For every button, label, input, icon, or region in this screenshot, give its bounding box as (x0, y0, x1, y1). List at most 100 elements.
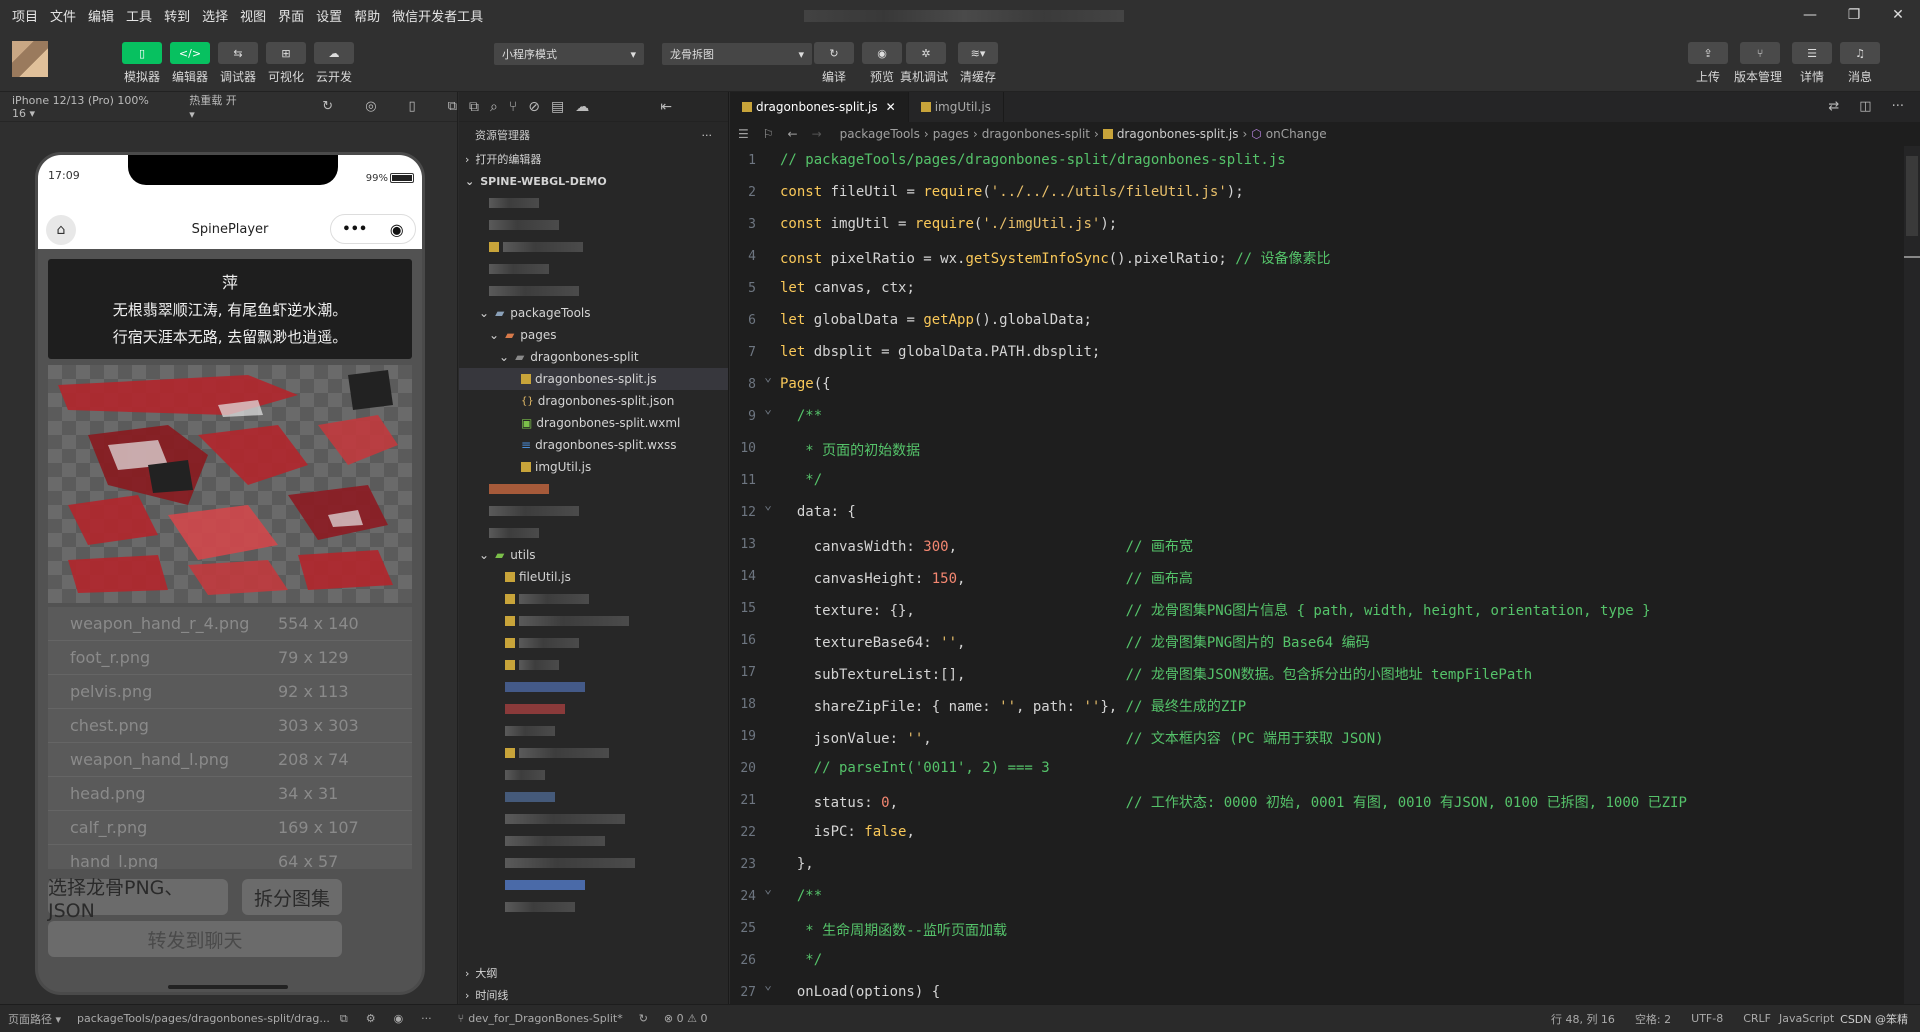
close-circle-icon[interactable]: ◉ (390, 220, 404, 239)
menu-item[interactable]: 转到 (158, 6, 196, 25)
bookmark-icon[interactable]: ⚐ (763, 127, 774, 141)
simulator-button[interactable]: ▯ 模拟器 (122, 42, 162, 85)
compare-icon[interactable]: ⇄ (1828, 99, 1839, 114)
restore-icon[interactable]: ❐ (1832, 0, 1876, 30)
git-branch[interactable]: dev_for_DragonBones-Split* (468, 1012, 622, 1025)
fold-chevron-icon[interactable]: ⌄ (760, 370, 772, 385)
debug-icon[interactable]: ⊘ (528, 99, 540, 115)
fold-chevron-icon[interactable]: ⌄ (760, 882, 772, 897)
minimize-icon[interactable]: — (1788, 0, 1832, 30)
close-icon[interactable]: ✕ (886, 100, 896, 114)
cursor-position[interactable]: 行 48, 列 16 (1551, 1011, 1615, 1027)
list-item[interactable]: calf_r.png 169 x 107 (48, 811, 412, 845)
encoding[interactable]: UTF-8 (1691, 1012, 1723, 1025)
collapse-icon[interactable]: ⇤ (660, 99, 672, 115)
cloud-icon[interactable]: ☁ (575, 99, 589, 115)
menu-item[interactable]: 帮助 (348, 6, 386, 25)
list-item[interactable]: head.png 34 x 31 (48, 777, 412, 811)
popout-icon[interactable]: ⧉ (448, 99, 457, 114)
back-icon[interactable]: ← (788, 127, 798, 141)
list-item[interactable]: weapon_hand_r_4.png 554 x 140 (48, 607, 412, 641)
hot-reload-select[interactable]: 热重载 开 ▾ (189, 92, 242, 121)
menu-item[interactable]: 界面 (272, 6, 310, 25)
indent[interactable]: 空格: 2 (1635, 1011, 1671, 1027)
tree-file-fileutil[interactable]: fileUtil.js (459, 566, 728, 588)
preview-button[interactable]: ◉ 预览 (862, 42, 902, 85)
rotate-icon[interactable]: ↻ (322, 99, 333, 114)
project-section[interactable]: ⌄ SPINE-WEBGL-DEMO (459, 170, 728, 192)
language-mode[interactable]: JavaScript (1779, 1012, 1834, 1025)
tree-folder-utils[interactable]: ⌄ ▰ utils (459, 544, 728, 566)
tree-file-wxml[interactable]: ▣ dragonbones-split.wxml (459, 412, 728, 434)
split-atlas-button[interactable]: 拆分图集 (242, 879, 342, 915)
menu-item[interactable]: 项目 (6, 6, 44, 25)
share-chat-button[interactable]: 转发到聊天 (48, 921, 342, 957)
menu-item[interactable]: 微信开发者工具 (386, 6, 489, 25)
eye-icon[interactable]: ◉ (394, 1012, 404, 1025)
list-item[interactable]: foot_r.png 79 x 129 (48, 641, 412, 675)
home-icon[interactable]: ⌂ (46, 215, 76, 245)
eol[interactable]: CRLF (1743, 1012, 1771, 1025)
tab-imgutil-js[interactable]: imgUtil.js (909, 92, 1004, 122)
avatar[interactable] (12, 41, 48, 77)
more-icon[interactable]: ··· (421, 1012, 432, 1025)
mode-select[interactable]: 小程序模式 ▾ (494, 43, 644, 65)
more-icon[interactable]: ··· (1892, 99, 1904, 114)
message-button[interactable]: ♫ 消息 (1840, 42, 1880, 85)
fold-chevron-icon[interactable]: ⌄ (760, 498, 772, 513)
cloud-button[interactable]: ☁ 云开发 (314, 42, 354, 85)
details-button[interactable]: ☰ 详情 (1792, 42, 1832, 85)
close-icon[interactable]: ✕ (1876, 0, 1920, 30)
menu-item[interactable]: 工具 (120, 6, 158, 25)
scrollbar[interactable] (1904, 146, 1920, 1004)
list-icon[interactable]: ☰ (738, 127, 749, 141)
tree-folder-packagetools[interactable]: ⌄ ▰ packageTools (459, 302, 728, 324)
tree-file-wxss[interactable]: ≡ dragonbones-split.wxss (459, 434, 728, 456)
menu-item[interactable]: 选择 (196, 6, 234, 25)
more-icon[interactable]: ••• (342, 222, 367, 237)
list-item[interactable]: hand_l.png 64 x 57 (48, 845, 412, 869)
list-item[interactable]: chest.png 303 x 303 (48, 709, 412, 743)
list-item[interactable]: weapon_hand_l.png 208 x 74 (48, 743, 412, 777)
tree-file-js[interactable]: dragonbones-split.js (459, 368, 728, 390)
visual-button[interactable]: ⊞ 可视化 (266, 42, 306, 85)
remote-debug-button[interactable]: ✲ 真机调试 (900, 42, 948, 85)
editor-button[interactable]: </> 编辑器 (170, 42, 210, 85)
compile-select[interactable]: 龙骨拆图 ▾ (662, 43, 812, 65)
tree-file-json[interactable]: {} dragonbones-split.json (459, 390, 728, 412)
files-icon[interactable]: ⧉ (469, 99, 479, 115)
copy-icon[interactable]: ⧉ (340, 1012, 348, 1026)
tree-file-imgutil[interactable]: imgUtil.js (459, 456, 728, 478)
menu-item[interactable]: 编辑 (82, 6, 120, 25)
outline-section[interactable]: › 大纲 (459, 962, 729, 984)
tree-folder-dragonbones-split[interactable]: ⌄ ▰ dragonbones-split (459, 346, 728, 368)
timeline-section[interactable]: › 时间线 (459, 984, 729, 1006)
debugger-button[interactable]: ⇆ 调试器 (218, 42, 258, 85)
settings-icon[interactable]: ⚙ (366, 1012, 376, 1025)
code-area[interactable]: 1 // packageTools/pages/dragonbones-split… (730, 146, 1900, 1004)
compile-button[interactable]: ↻ 编译 (814, 42, 854, 85)
sync-icon[interactable]: ↻ (639, 1012, 648, 1025)
select-files-button[interactable]: 选择龙骨PNG、JSON (48, 877, 228, 922)
forward-icon[interactable]: → (812, 127, 822, 141)
problems-count[interactable]: ⊗ 0 ⚠ 0 (664, 1012, 708, 1025)
list-item[interactable]: pelvis.png 92 x 113 (48, 675, 412, 709)
upload-button[interactable]: ⇪ 上传 (1688, 42, 1728, 85)
page-path-label[interactable]: 页面路径 ▾ (8, 1011, 61, 1027)
device-select[interactable]: iPhone 12/13 (Pro) 100% 16 ▾ (12, 94, 165, 120)
open-editors-section[interactable]: › 打开的编辑器 (459, 148, 728, 170)
record-icon[interactable]: ◎ (365, 99, 376, 114)
fold-chevron-icon[interactable]: ⌄ (760, 402, 772, 417)
menu-item[interactable]: 视图 (234, 6, 272, 25)
menu-item[interactable]: 设置 (310, 6, 348, 25)
tree-folder-pages[interactable]: ⌄ ▰ pages (459, 324, 728, 346)
tab-dragonbones-split-js[interactable]: dragonbones-split.js ✕ (730, 92, 909, 122)
source-control-icon[interactable]: ⑂ (509, 99, 517, 115)
clear-cache-button[interactable]: ≋▾ 清缓存 (958, 42, 998, 85)
device-icon[interactable]: ▯ (409, 99, 416, 114)
version-button[interactable]: ⑂ 版本管理 (1734, 42, 1782, 85)
fold-chevron-icon[interactable]: ⌄ (760, 978, 772, 993)
extensions-icon[interactable]: ▤ (551, 99, 564, 115)
split-editor-icon[interactable]: ◫ (1859, 99, 1871, 114)
menu-item[interactable]: 文件 (44, 6, 82, 25)
